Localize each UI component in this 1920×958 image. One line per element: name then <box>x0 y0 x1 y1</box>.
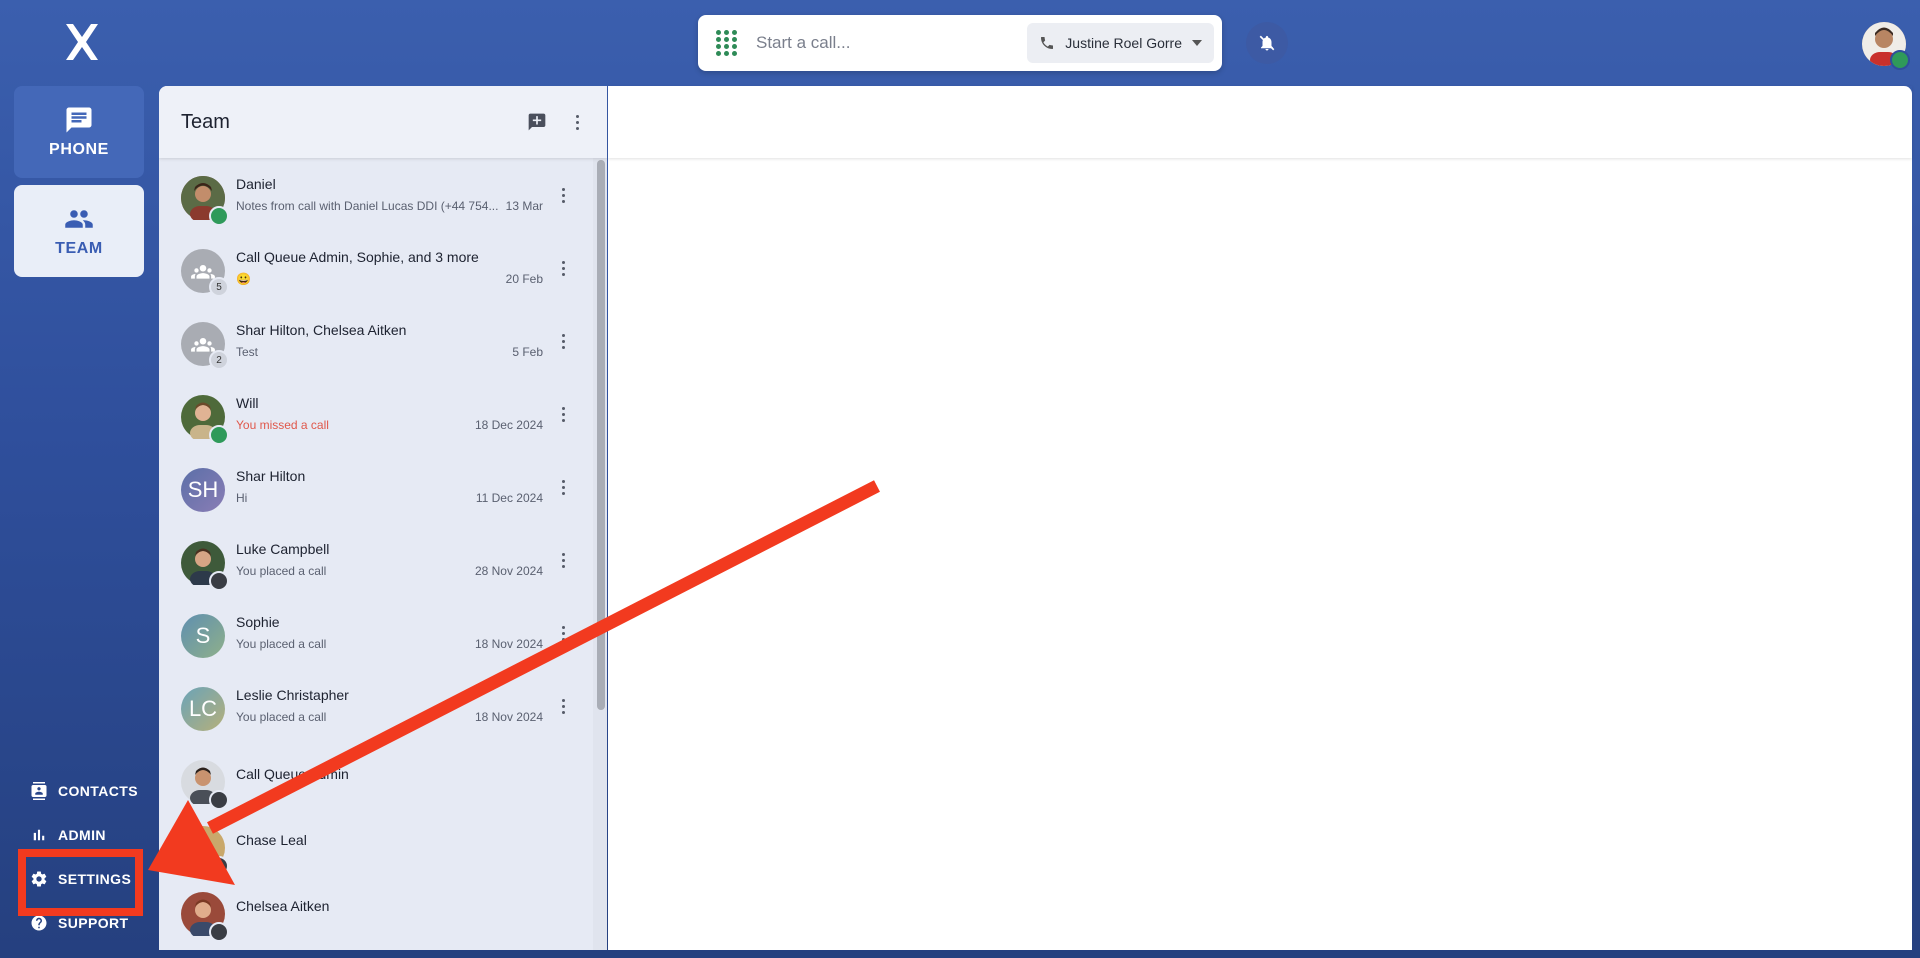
row-more-button[interactable] <box>555 475 571 499</box>
caller-id-select[interactable]: Justine Roel Gorre <box>1027 23 1214 63</box>
list-scrollbar-thumb[interactable] <box>597 160 605 710</box>
conversation-date: 18 Nov 2024 <box>474 710 543 724</box>
nav-phone-label: PHONE <box>49 141 109 158</box>
main-content-pane <box>608 86 1912 950</box>
bar-chart-icon <box>33 829 45 841</box>
conversation-name: Call Queue Admin, Sophie, and 3 more <box>236 249 479 265</box>
row-more-button[interactable] <box>555 402 571 426</box>
conversation-date: 5 Feb <box>512 345 543 359</box>
avatar: SH <box>181 468 225 512</box>
conversation-preview: 😀 <box>236 272 251 286</box>
conversation-name: Shar Hilton, Chelsea Aitken <box>236 322 407 338</box>
nav-support[interactable]: SUPPORT <box>30 914 128 932</box>
conversation-row[interactable]: S Sophie You placed a call 18 Nov 2024 <box>159 596 593 669</box>
conversation-name: Call Queue Admin <box>236 766 349 782</box>
nav-contacts[interactable]: CONTACTS <box>30 782 138 800</box>
bell-off-icon <box>1259 35 1275 51</box>
conversation-row[interactable]: Chelsea Aitken <box>159 874 593 942</box>
row-more-button[interactable] <box>555 329 571 353</box>
caller-name: Justine Roel Gorre <box>1065 35 1182 51</box>
status-badge <box>209 790 229 810</box>
new-chat-icon[interactable] <box>527 112 547 132</box>
nav-team[interactable]: TEAM <box>14 185 144 277</box>
nav-phone[interactable]: PHONE <box>14 86 144 178</box>
conversation-row[interactable]: LC Leslie Christapher You placed a call … <box>159 669 593 742</box>
conversation-preview: Hi <box>236 491 248 505</box>
member-count-badge: 2 <box>209 350 229 370</box>
help-icon <box>31 915 47 931</box>
nav-settings-label: SETTINGS <box>58 871 132 887</box>
conversation-row[interactable]: Call Queue Admin <box>159 742 593 810</box>
nav-admin[interactable]: ADMIN <box>30 826 106 844</box>
team-title: Team <box>181 110 230 133</box>
member-count-badge: 5 <box>209 277 229 297</box>
conversation-date: 28 Nov 2024 <box>474 564 543 578</box>
app-logo <box>66 24 98 60</box>
conversation-row[interactable]: 5 Call Queue Admin, Sophie, and 3 more 😀… <box>159 231 593 304</box>
conversation-preview: You placed a call <box>236 637 327 651</box>
phone-icon <box>1041 37 1054 49</box>
conversation-name: Luke Campbell <box>236 541 330 557</box>
main-content-header <box>608 86 1912 158</box>
conversation-name: Sophie <box>236 614 280 630</box>
avatar: S <box>181 614 225 658</box>
nav-admin-label: ADMIN <box>58 827 106 843</box>
status-badge <box>209 206 229 226</box>
row-more-button[interactable] <box>555 694 571 718</box>
status-badge <box>209 571 229 591</box>
caret-down-icon <box>1192 40 1202 46</box>
avatar: LC <box>181 687 225 731</box>
call-bar: Justine Roel Gorre <box>698 15 1222 71</box>
conversation-preview: You placed a call <box>236 710 327 724</box>
row-more-button[interactable] <box>555 256 571 280</box>
dialpad-icon[interactable] <box>716 29 738 57</box>
conversation-row[interactable]: Will You missed a call 18 Dec 2024 <box>159 377 593 450</box>
team-panel: Team Daniel Notes from call with Daniel … <box>159 86 607 950</box>
conversation-name: Will <box>236 395 259 411</box>
conversation-row[interactable]: Luke Campbell You placed a call 28 Nov 2… <box>159 523 593 596</box>
conversation-preview: Test <box>236 345 259 359</box>
conversation-preview: You placed a call <box>236 564 327 578</box>
status-badge <box>209 922 229 942</box>
conversation-date: 20 Feb <box>505 272 543 286</box>
chat-icon <box>66 107 92 133</box>
team-header: Team <box>159 86 607 158</box>
conversation-date: 18 Dec 2024 <box>474 418 543 432</box>
row-more-button[interactable] <box>555 621 571 645</box>
contacts-icon <box>31 782 47 800</box>
status-badge <box>209 856 229 876</box>
conversation-list: Daniel Notes from call with Daniel Lucas… <box>159 158 593 950</box>
row-more-button[interactable] <box>555 548 571 572</box>
user-status-indicator <box>1890 50 1910 70</box>
nav-contacts-label: CONTACTS <box>58 783 138 799</box>
conversation-date: 18 Nov 2024 <box>474 637 543 651</box>
conversation-row[interactable]: 2 Shar Hilton, Chelsea Aitken Test 5 Feb <box>159 304 593 377</box>
team-more-menu-button[interactable] <box>569 110 585 134</box>
conversation-name: Chase Leal <box>236 832 307 848</box>
gear-icon <box>31 871 47 887</box>
conversation-name: Chelsea Aitken <box>236 898 330 914</box>
row-more-button[interactable] <box>555 183 571 207</box>
conversation-date: 11 Dec 2024 <box>475 491 543 505</box>
nav-support-label: SUPPORT <box>58 915 129 931</box>
notifications-off-button[interactable] <box>1246 22 1288 64</box>
conversation-date: 13 Mar <box>505 199 543 213</box>
status-badge <box>209 425 229 445</box>
nav-team-label: TEAM <box>55 240 103 257</box>
start-call-input[interactable] <box>754 32 1023 54</box>
conversation-name: Daniel <box>236 176 276 192</box>
nav-settings[interactable]: SETTINGS <box>30 870 131 888</box>
conversation-preview: Notes from call with Daniel Lucas DDI (+… <box>236 199 499 213</box>
conversation-preview: You missed a call <box>236 418 329 432</box>
conversation-name: Shar Hilton <box>236 468 306 484</box>
conversation-row[interactable]: Daniel Notes from call with Daniel Lucas… <box>159 158 593 231</box>
people-icon <box>65 210 93 228</box>
conversation-name: Leslie Christapher <box>236 687 349 703</box>
conversation-row[interactable]: SH Shar Hilton Hi 11 Dec 2024 <box>159 450 593 523</box>
conversation-row[interactable]: Chase Leal <box>159 808 593 876</box>
